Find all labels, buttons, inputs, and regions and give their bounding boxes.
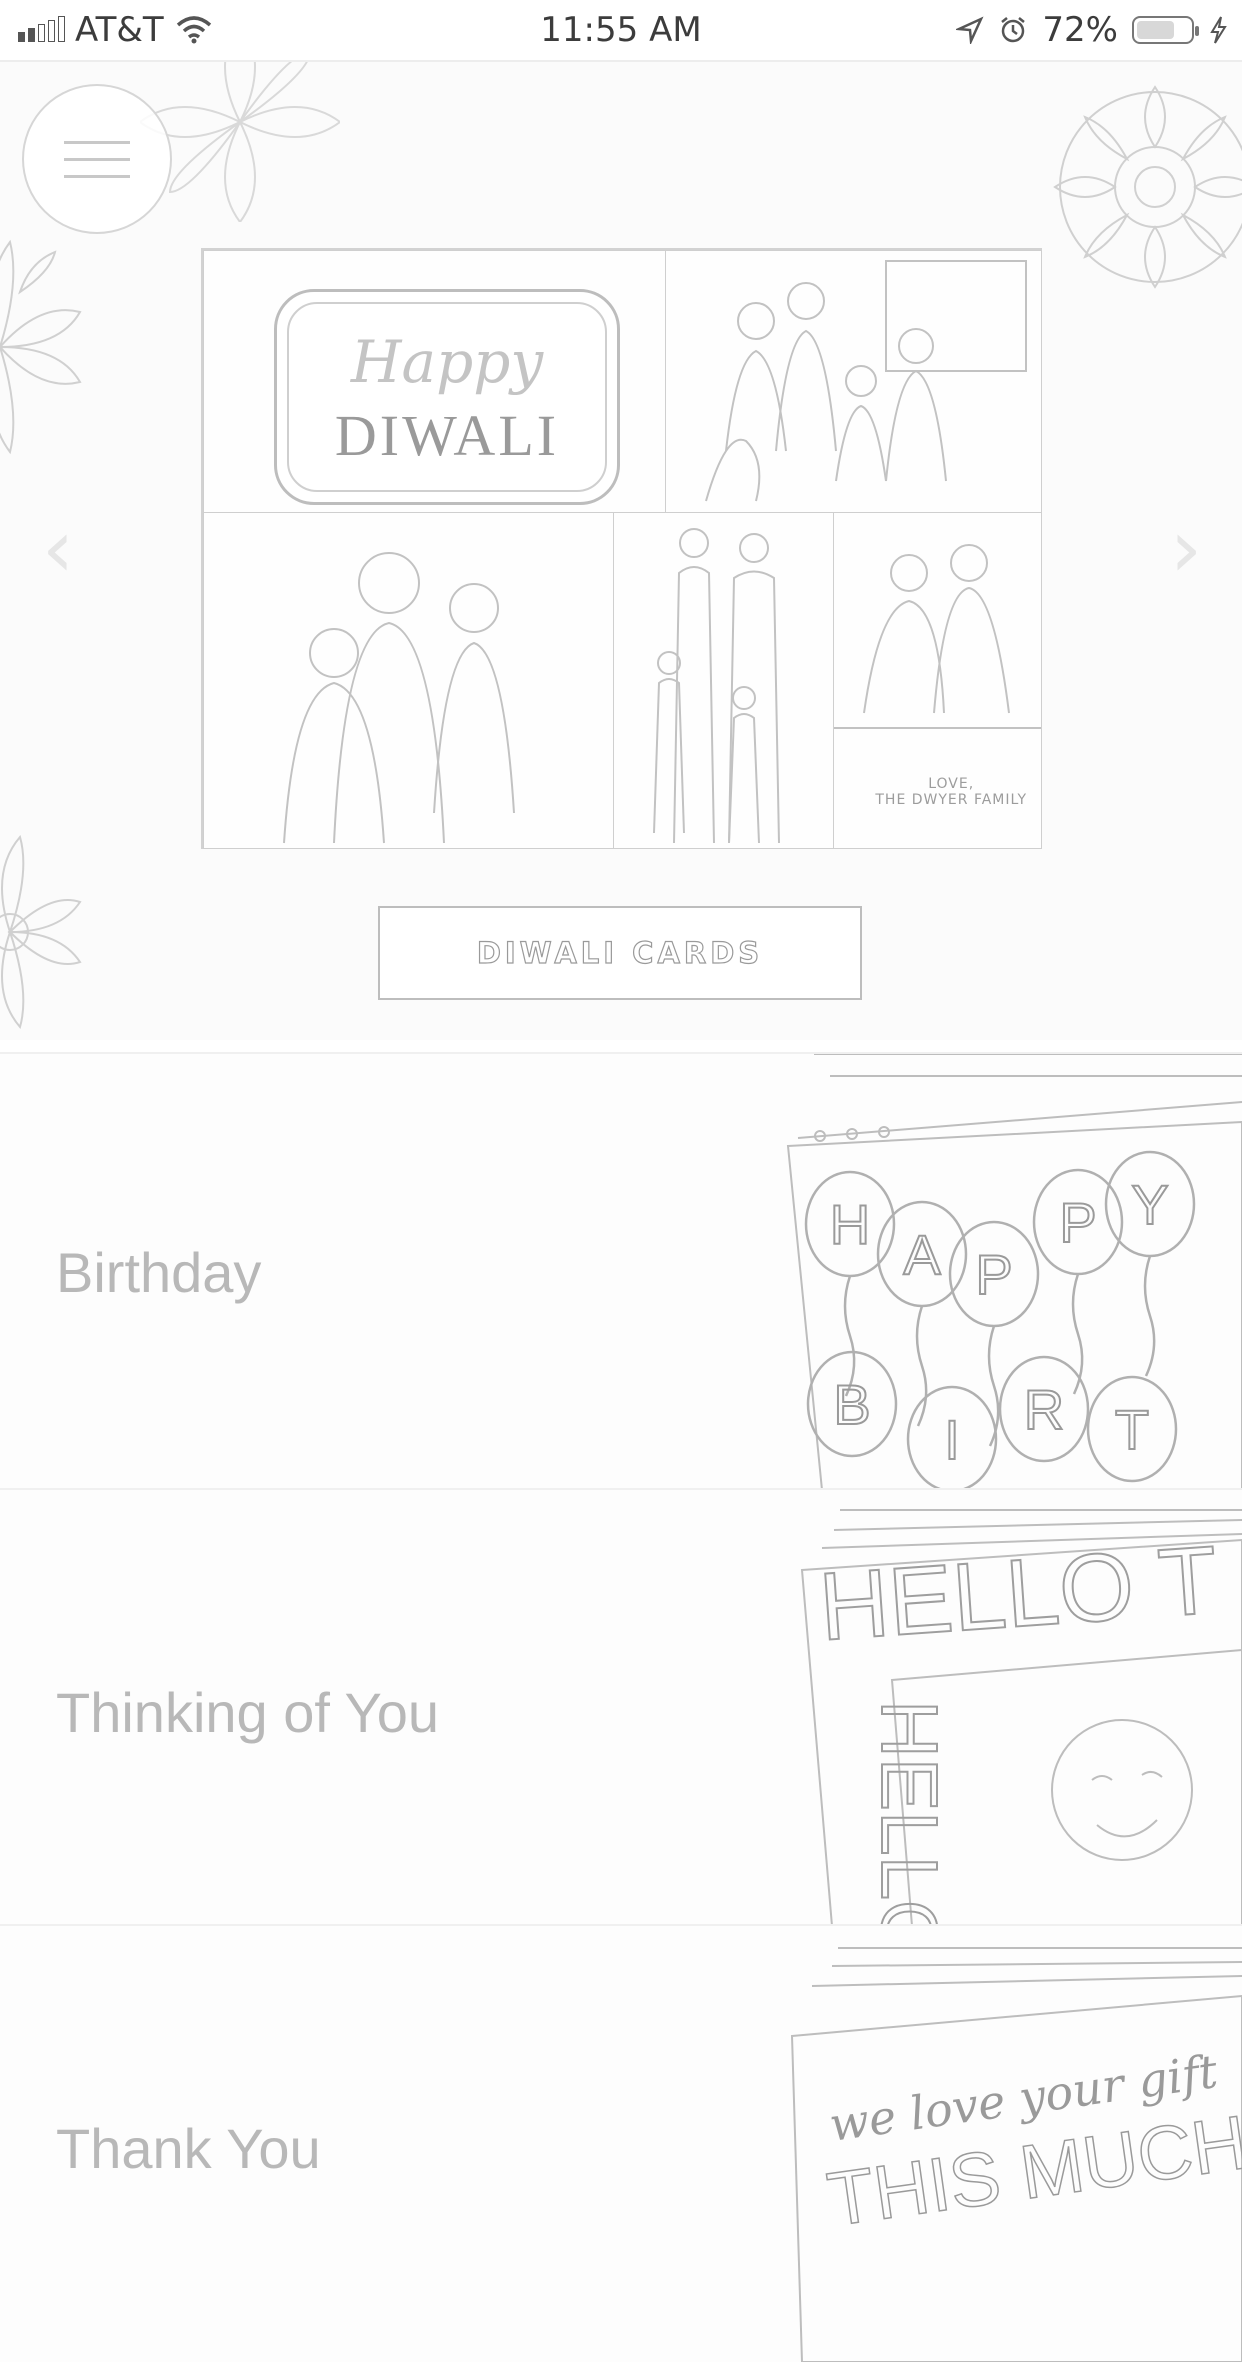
battery-percent: 72% (1042, 10, 1118, 50)
mandala-decoration-top-right (1053, 85, 1242, 289)
siblings-photo-illustration (283, 552, 515, 844)
menu-button[interactable] (22, 84, 172, 234)
card-photo-couple: LOVE, THE DWYER FAMILY (833, 512, 1042, 849)
category-label: Thinking of You (56, 1681, 439, 1744)
card-title-panel: Happy DIWALI (203, 250, 667, 514)
chevron-left-icon[interactable]: ‹ (42, 502, 74, 595)
category-row-thinking-of-you[interactable]: Thinking of You HELLO T HELLO (0, 1488, 1242, 1926)
card-photo-family-group (665, 250, 1042, 514)
card-title-frame: Happy DIWALI (274, 289, 620, 505)
card-signoff: LOVE, THE DWYER FAMILY (875, 776, 1027, 808)
svg-text:B: B (833, 1373, 870, 1436)
card-headline-text: DIWALI (334, 403, 560, 468)
hero-banner: ‹ › Happy DIWALI LOVE, THE DWYER FAMILY … (0, 62, 1242, 1040)
svg-text:H: H (830, 1193, 870, 1256)
svg-text:R: R (1024, 1378, 1064, 1441)
balloon-letter-7: R (998, 1355, 1090, 1463)
card-script-text: Happy (350, 328, 544, 396)
birthday-balloons-card-art: H A PP YBI R T (786, 1054, 1242, 1490)
balloon-letter-0: H (804, 1170, 896, 1397)
battery-fill (1137, 21, 1174, 39)
mandala-decoration-left (0, 239, 82, 455)
balloon-letter-4: Y (1104, 1150, 1196, 1377)
location-arrow-icon (956, 16, 984, 44)
balloon-letter-3: P (1032, 1168, 1124, 1395)
chevron-right-icon[interactable]: › (1170, 502, 1202, 595)
card-photo-family-standing (613, 512, 835, 849)
family-standing-illustration (653, 528, 780, 844)
diwali-card-preview[interactable]: Happy DIWALI LOVE, THE DWYER FAMILY (201, 248, 1042, 849)
family-photo-illustration (705, 260, 1027, 502)
battery-icon (1132, 16, 1199, 44)
balloon-letter-6: I (906, 1385, 998, 1490)
svg-text:P: P (975, 1243, 1012, 1306)
charging-bolt-icon (1210, 16, 1227, 44)
balloon-letter-8: T (1086, 1375, 1178, 1483)
status-right: 72% (956, 10, 1228, 50)
balloon-letter-5: B (806, 1350, 898, 1458)
category-row-thank-you[interactable]: Thank You we love your gift THIS MUCH (0, 1924, 1242, 2362)
mandala-decoration-bottom-left (0, 834, 82, 1030)
alarm-clock-icon (1001, 17, 1026, 43)
svg-text:I: I (944, 1408, 960, 1471)
balloon-letter-1: A (876, 1200, 968, 1427)
svg-text:T: T (1115, 1398, 1149, 1461)
hello-photo-card-art: HELLO T HELLO (800, 1509, 1242, 1926)
category-label: Thank You (56, 2117, 321, 2180)
thank-you-card-art: we love your gift THIS MUCH (790, 1947, 1242, 2362)
category-label: Birthday (56, 1241, 262, 1304)
category-row-birthday[interactable]: Birthday HAPPYBIRT (0, 1052, 1242, 1490)
hamburger-menu-icon (64, 140, 130, 144)
diwali-cards-button[interactable]: DIWALI CARDS (378, 906, 862, 1000)
hello-card-vertical-text: HELLO (865, 1700, 954, 1926)
svg-text:P: P (1059, 1191, 1096, 1254)
svg-text:Y: Y (1131, 1173, 1168, 1236)
card-photo-siblings (203, 512, 615, 849)
svg-text:A: A (903, 1223, 941, 1286)
status-bar: AT&T 11:55 AM 72% (0, 0, 1242, 62)
